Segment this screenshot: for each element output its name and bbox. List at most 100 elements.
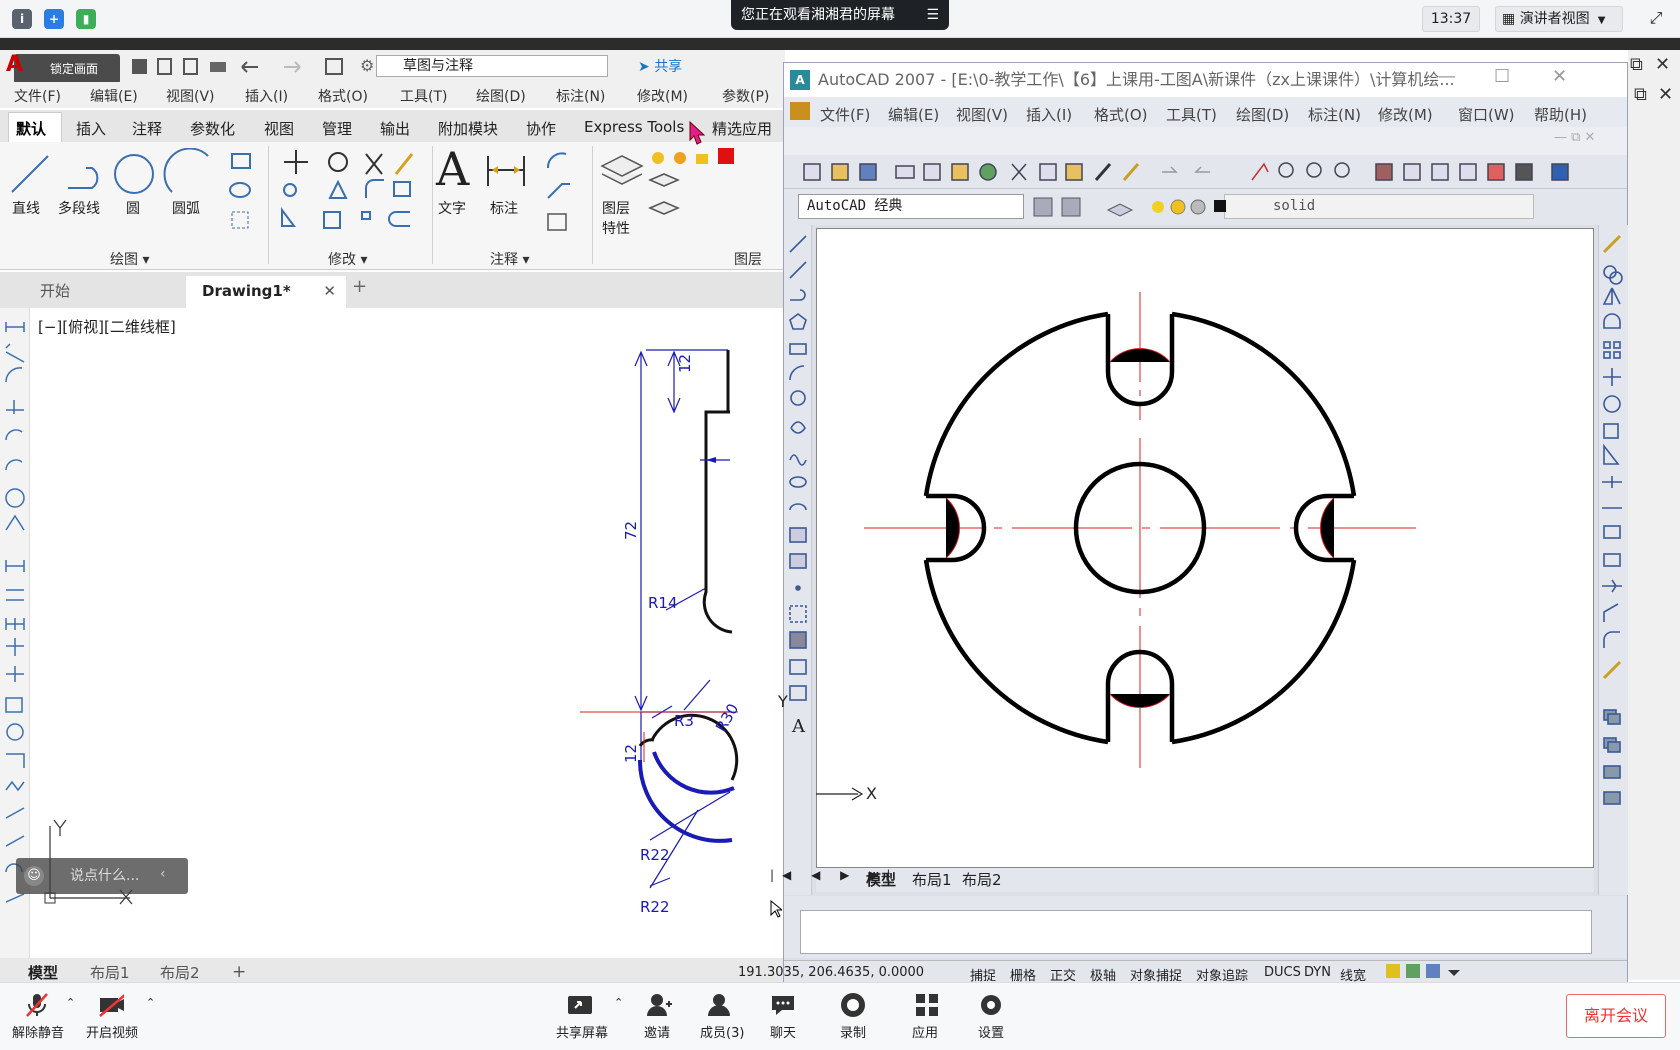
lock-screen-button[interactable]: 锁定画面 (14, 54, 120, 84)
start-video-button[interactable]: 开启视频 (86, 1022, 138, 1041)
tool-circle[interactable]: 圆 (126, 198, 140, 218)
panel-title-draw[interactable]: 绘图 ▾ (110, 249, 149, 269)
draw-toolbar-icons[interactable]: A (786, 232, 810, 772)
menu-draw[interactable]: 绘图(D) (1236, 104, 1289, 125)
fullscreen-icon[interactable]: ⤢ (1645, 8, 1667, 30)
settings-button[interactable]: 设置 (978, 1022, 1004, 1041)
chevron-up-icon[interactable]: ⌃ (614, 996, 623, 1009)
tab-insert[interactable]: 插入 (76, 118, 106, 139)
tab-annotate[interactable]: 注释 (132, 118, 162, 139)
tool-arc[interactable]: 圆弧 (172, 198, 200, 218)
chat-button[interactable]: 聊天 (770, 1022, 796, 1041)
menu-dimension[interactable]: 标注(N) (556, 86, 605, 106)
tool-layer[interactable]: 图层 (602, 198, 630, 218)
close-icon[interactable]: ✕ (1658, 84, 1673, 105)
close-icon[interactable]: ✕ (1655, 54, 1670, 75)
emoji-icon[interactable]: ☺ (24, 866, 44, 886)
linetype-dropdown[interactable]: solid (1224, 194, 1534, 219)
menu-draw[interactable]: 绘图(D) (476, 86, 526, 106)
panel-title-modify[interactable]: 修改 ▾ (328, 249, 367, 269)
tab-layout1[interactable]: 布局1 (90, 962, 130, 983)
dimension-toolbar-icons[interactable] (2, 312, 28, 922)
menu-params[interactable]: 参数(P) (722, 86, 769, 106)
tab-manage[interactable]: 管理 (322, 118, 352, 139)
leave-meeting-button[interactable]: 离开会议 (1566, 994, 1666, 1038)
menu-tools[interactable]: 工具(T) (400, 86, 447, 106)
layer-toolbar-icons[interactable] (1032, 196, 1222, 220)
new-tab-icon[interactable]: + (352, 276, 367, 297)
menu-format[interactable]: 格式(O) (318, 86, 368, 106)
restore-icon[interactable]: ⧉ (1634, 84, 1647, 105)
workspace-dropdown[interactable]: 草图与注释 (376, 55, 608, 77)
add-layout-icon[interactable]: + (232, 962, 246, 982)
share-screen-button[interactable]: 共享屏幕 (556, 1022, 608, 1041)
video-off-icon[interactable] (98, 992, 124, 1018)
menu-insert[interactable]: 插入(I) (1026, 104, 1072, 125)
microphone-muted-icon[interactable] (24, 992, 50, 1018)
tab-express-tools[interactable]: Express Tools (584, 118, 684, 136)
chevron-up-icon[interactable]: ⌃ (66, 996, 75, 1009)
menu-file[interactable]: 文件(F) (14, 86, 61, 106)
presenter-view-dropdown[interactable]: ▦ 演讲者视图 ▼ (1495, 6, 1623, 32)
tab-start[interactable]: 开始 (30, 277, 180, 305)
close-icon[interactable]: ✕ (323, 276, 336, 306)
tool-dimension[interactable]: 标注 (490, 198, 518, 218)
apps-button[interactable]: 应用 (912, 1022, 938, 1041)
invite-button[interactable]: 邀请 (644, 1022, 670, 1041)
share-screen-icon[interactable] (566, 992, 592, 1018)
command-line[interactable] (800, 910, 1592, 954)
members-button[interactable]: 成员(3) (700, 1022, 744, 1041)
tab-addons[interactable]: 附加模块 (438, 118, 498, 139)
tray-icons[interactable] (1384, 962, 1464, 980)
document-icon[interactable] (790, 102, 810, 120)
record-button[interactable]: 录制 (840, 1022, 866, 1041)
tab-parametric[interactable]: 参数化 (190, 118, 235, 139)
viewport-label[interactable]: [−][俯视][二维线框] (38, 316, 176, 337)
record-icon[interactable] (840, 992, 866, 1018)
color-swatch[interactable] (1214, 200, 1226, 212)
members-icon[interactable] (706, 992, 732, 1018)
tab-drawing1[interactable]: Drawing1* ✕ (186, 276, 346, 308)
menu-tools[interactable]: 工具(T) (1166, 104, 1217, 125)
tab-model[interactable]: 模型 (28, 962, 58, 983)
share-button[interactable]: ➤ 共享 (638, 56, 682, 76)
tab-output[interactable]: 输出 (380, 118, 410, 139)
modify-toolbar-icons[interactable] (1600, 232, 1626, 812)
tab-layout1[interactable]: 布局1 (912, 869, 952, 890)
panel-title-layer[interactable]: 图层 (734, 249, 762, 269)
tab-default[interactable]: 默认 (16, 118, 46, 139)
autocad-logo[interactable]: A (6, 52, 23, 77)
tab-featured-apps[interactable]: 精选应用 (712, 118, 772, 139)
workspace-dropdown[interactable]: AutoCAD 经典 (798, 194, 1024, 219)
panel-title-annotate[interactable]: 注释 ▾ (490, 249, 529, 269)
minimize-icon[interactable]: — (1438, 66, 1456, 87)
apps-icon[interactable] (914, 992, 940, 1018)
unmute-button[interactable]: 解除静音 (12, 1022, 64, 1041)
menu-modify[interactable]: 修改(M) (1378, 104, 1433, 125)
doc-window-controls[interactable]: — ⧉ ✕ (1554, 130, 1595, 145)
tool-line[interactable]: 直线 (12, 198, 40, 218)
tool-polyline[interactable]: 多段线 (58, 198, 100, 218)
close-icon[interactable]: ✕ (1552, 66, 1567, 87)
info-icon[interactable]: i (12, 9, 32, 29)
status-dyn[interactable]: DYN (1304, 965, 1331, 980)
menu-format[interactable]: 格式(O) (1094, 104, 1148, 125)
menu-help[interactable]: 帮助(H) (1534, 104, 1587, 125)
chevron-left-icon[interactable]: ‹ (160, 866, 166, 882)
tab-model[interactable]: 模型 (866, 869, 896, 890)
tab-view[interactable]: 视图 (264, 118, 294, 139)
menu-view[interactable]: 视图(V) (166, 86, 215, 106)
tab-collaborate[interactable]: 协作 (526, 118, 556, 139)
menu-view[interactable]: 视图(V) (956, 104, 1008, 125)
share-banner[interactable]: 您正在观看湘湘君的屏幕 ☰ (731, 0, 949, 30)
dimension-icon[interactable] (484, 150, 530, 194)
standard-toolbar-icons[interactable] (800, 160, 1620, 184)
menu-edit[interactable]: 编辑(E) (888, 104, 939, 125)
menu-modify[interactable]: 修改(M) (637, 86, 688, 106)
chevron-up-icon[interactable]: ⌃ (146, 996, 155, 1009)
menu-icon[interactable]: ☰ (926, 0, 939, 30)
restore-icon[interactable]: ⧉ (1630, 54, 1643, 75)
signal-icon[interactable]: ▮ (76, 9, 96, 29)
gear-icon[interactable] (978, 992, 1004, 1018)
menu-edit[interactable]: 编辑(E) (90, 86, 138, 106)
